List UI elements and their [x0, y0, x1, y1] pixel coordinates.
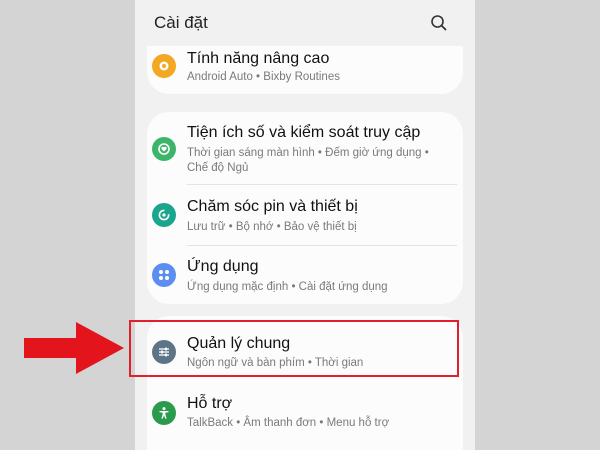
item-subtitle: Lưu trữ • Bộ nhớ • Bảo vệ thiết bị	[187, 221, 357, 233]
item-subtitle: Thời gian sáng màn hình • Đếm giờ ứng dụ…	[187, 147, 429, 159]
item-title: Tính năng nâng cao	[187, 50, 330, 67]
accessibility-icon	[152, 401, 176, 425]
settings-card-main: Tiện ích số và kiểm soát truy cập Thời g…	[147, 112, 463, 304]
search-icon[interactable]	[429, 13, 449, 33]
settings-item-apps[interactable]: Ứng dụng Ứng dụng mặc định • Cài đặt ứng…	[147, 246, 463, 304]
item-subtitle: Android Auto • Bixby Routines	[187, 71, 340, 83]
highlight-box	[129, 320, 459, 377]
settings-item-battery-care[interactable]: Chăm sóc pin và thiết bị Lưu trữ • Bộ nh…	[147, 185, 463, 245]
page-title: Cài đặt	[154, 13, 208, 32]
heart-icon	[152, 137, 176, 161]
red-arrow-icon	[24, 322, 124, 374]
refresh-icon	[152, 203, 176, 227]
settings-item-accessibility[interactable]: Hỗ trợ TalkBack • Âm thanh đơn • Menu hỗ…	[147, 384, 463, 444]
item-title: Hỗ trợ	[187, 395, 233, 412]
item-title: Ứng dụng	[187, 258, 259, 275]
item-title: Tiện ích số và kiểm soát truy cập	[187, 124, 421, 141]
settings-screen: Tính năng nâng cao Android Auto • Bixby …	[135, 0, 475, 450]
apps-grid-icon	[152, 263, 176, 287]
item-title: Chăm sóc pin và thiết bị	[187, 198, 358, 215]
item-subtitle: Ứng dụng mặc định • Cài đặt ứng dụng	[187, 281, 388, 293]
gear-star-icon	[152, 54, 176, 78]
item-subtitle-line2: Chế độ Ngủ	[187, 162, 249, 174]
settings-item-digital-wellbeing[interactable]: Tiện ích số và kiểm soát truy cập Thời g…	[147, 112, 463, 184]
app-header: Cài đặt	[135, 0, 475, 46]
item-subtitle: TalkBack • Âm thanh đơn • Menu hỗ trợ	[187, 417, 390, 429]
